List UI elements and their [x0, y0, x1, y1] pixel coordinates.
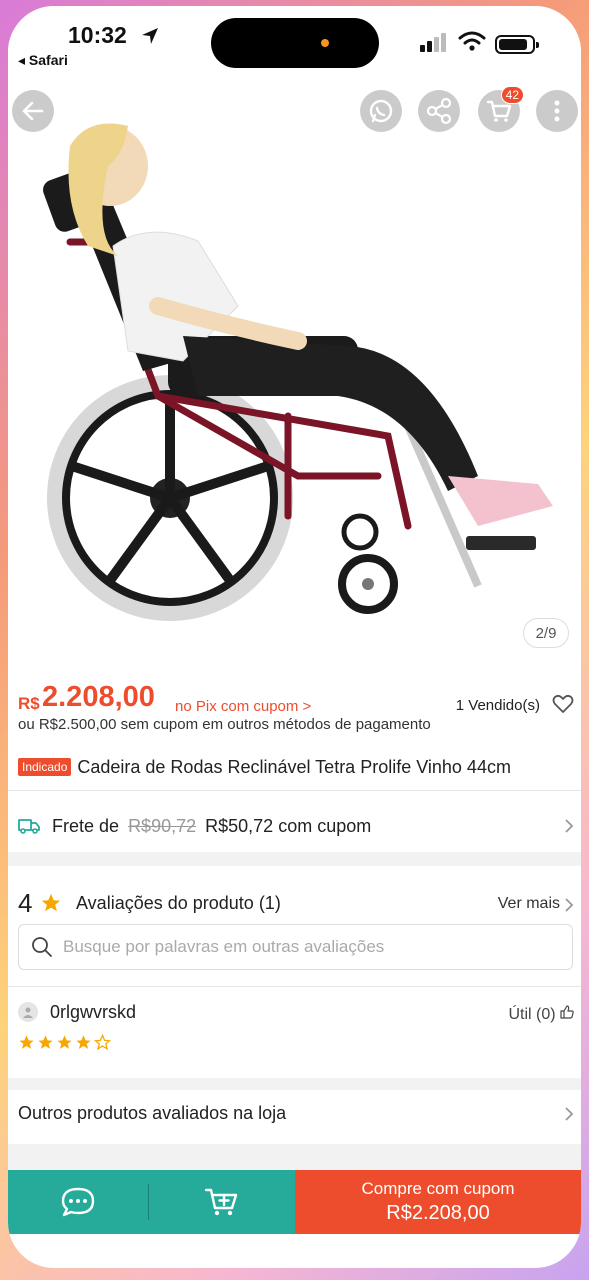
cellular-signal-icon	[420, 33, 446, 52]
wifi-icon	[458, 31, 486, 51]
other-products-label: Outros produtos avaliados na loja	[18, 1102, 287, 1123]
review-rating-stars	[18, 1034, 111, 1051]
review-item: 0rlgwvrskd Útil (0)	[18, 1002, 574, 1032]
review-score: 4	[18, 888, 33, 918]
product-title-row: Indicado Cadeira de Rodas Reclinável Tet…	[18, 752, 574, 782]
more-options-button[interactable]	[536, 90, 578, 132]
section-gap	[8, 1144, 581, 1170]
price-value: 2.208,00	[42, 681, 155, 713]
arrow-left-icon	[22, 101, 44, 121]
heart-icon[interactable]	[552, 694, 574, 714]
more-vertical-icon	[554, 100, 560, 122]
avatar	[18, 1002, 38, 1022]
other-products-row[interactable]: Outros produtos avaliados na loja	[18, 1096, 574, 1130]
price-row: R$ 2.208,00 no Pix com cupom > 1 Vendido…	[18, 678, 574, 718]
reviews-title-text: Avaliações do produto	[76, 893, 254, 913]
see-more-link[interactable]: Ver mais	[498, 895, 560, 913]
buy-button-price: R$2.208,00	[386, 1202, 490, 1224]
user-icon	[23, 1007, 33, 1018]
section-gap	[8, 852, 581, 866]
product-image[interactable]: 42 2/9	[8, 6, 581, 674]
shipping-new-price: R$50,72 com cupom	[205, 815, 372, 836]
divider	[8, 790, 581, 791]
useful-label: Útil (0)	[508, 1006, 556, 1023]
buy-with-coupon-button[interactable]: Compre com cupom R$2.208,00	[295, 1170, 581, 1234]
pix-coupon-link[interactable]: no Pix com cupom >	[175, 698, 311, 715]
image-counter: 2/9	[523, 618, 569, 648]
sold-count: 1 Vendido(s)	[455, 697, 540, 714]
review-search-input[interactable]	[63, 937, 543, 957]
review-search-box[interactable]	[18, 924, 573, 970]
bottom-action-bar: Compre com cupom R$2.208,00	[8, 1170, 581, 1234]
reviewer-name: 0rlgwvrskd	[50, 1002, 137, 1022]
share-button[interactable]	[418, 90, 460, 132]
cart-count-badge: 42	[500, 86, 524, 104]
reviews-header: 4 Avaliações do produto (1) Ver mais	[18, 884, 574, 924]
share-icon	[426, 97, 452, 125]
star-filled-icon	[57, 1035, 72, 1049]
chevron-right-icon	[565, 1107, 574, 1121]
reviews-title: Avaliações do produto (1)	[76, 893, 281, 914]
add-to-cart-icon	[204, 1188, 238, 1216]
back-to-safari[interactable]: ◂ Safari	[18, 52, 68, 69]
back-button[interactable]	[12, 90, 54, 132]
add-to-cart-button[interactable]	[149, 1170, 295, 1234]
chevron-right-icon	[565, 898, 574, 912]
phone-screen: 42 2/9 10:32 ◂ Safari R$ 2.208,00 no Pix…	[8, 6, 581, 1268]
star-filled-icon	[76, 1035, 91, 1049]
recommended-badge: Indicado	[18, 758, 72, 776]
separator	[148, 1170, 149, 1234]
reviews-count: (1)	[258, 893, 281, 913]
shipping-prefix: Frete de	[52, 815, 120, 836]
privacy-indicator-dot	[321, 39, 329, 47]
whatsapp-icon	[369, 99, 393, 123]
alt-price-text: ou R$2.500,00 sem cupom em outros método…	[18, 716, 431, 733]
location-arrow-icon	[142, 28, 158, 44]
star-icon	[41, 893, 61, 912]
chat-button[interactable]	[8, 1170, 148, 1234]
shipping-old-price: R$90,72	[128, 815, 197, 836]
battery-icon	[495, 35, 539, 54]
useful-button[interactable]: Útil (0)	[508, 1005, 574, 1024]
section-gap	[8, 1078, 581, 1090]
chat-icon	[61, 1187, 95, 1217]
status-bar: 10:32 ◂ Safari	[8, 6, 581, 86]
truck-icon	[18, 819, 40, 834]
search-icon	[32, 937, 52, 957]
divider	[8, 986, 581, 987]
shipping-row[interactable]: Frete de R$90,72 R$50,72 com cupom	[18, 804, 574, 848]
buy-button-label: Compre com cupom	[361, 1179, 515, 1198]
price-currency: R$	[18, 694, 40, 713]
star-filled-icon	[38, 1035, 53, 1049]
cart-button[interactable]: 42	[478, 86, 524, 132]
chevron-right-icon	[565, 819, 574, 833]
clock: 10:32	[68, 22, 127, 48]
dynamic-island	[211, 18, 379, 68]
product-title: Cadeira de Rodas Reclinável Tetra Prolif…	[77, 756, 511, 777]
whatsapp-share-button[interactable]	[360, 90, 402, 132]
thumbs-up-icon	[560, 1005, 574, 1019]
star-filled-icon	[19, 1035, 34, 1049]
shipping-text: Frete de R$90,72 R$50,72 com cupom	[52, 816, 371, 837]
star-empty-icon	[94, 1034, 111, 1051]
